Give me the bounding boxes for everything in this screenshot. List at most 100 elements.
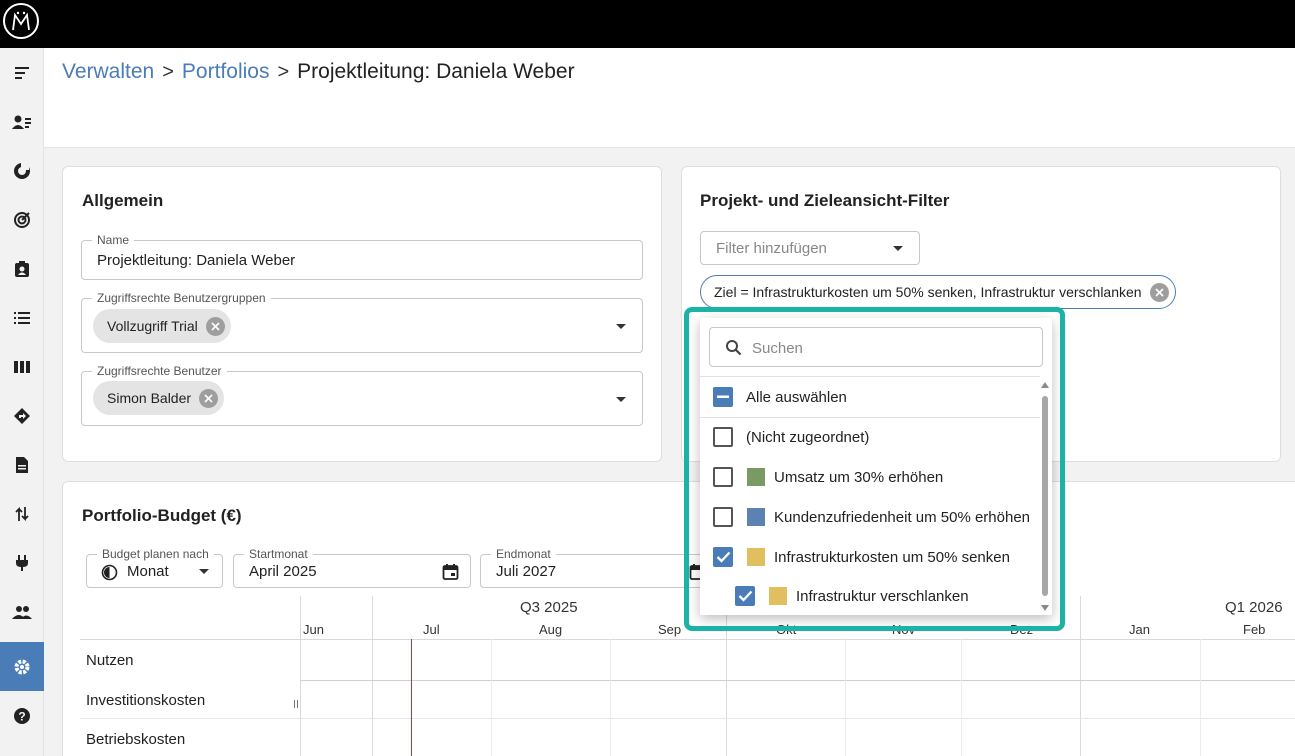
users-label: Zugriffsrechte Benutzer — [92, 364, 227, 378]
month-label: Feb — [1243, 622, 1266, 637]
chevron-down-icon[interactable] — [199, 569, 209, 574]
plan-by-select[interactable]: Budget planen nach Monat — [86, 547, 223, 588]
end-month-field[interactable]: Endmonat Juli 2027 — [480, 547, 718, 588]
option-infrastrukturkosten[interactable]: Infrastrukturkosten um 50% senken — [700, 537, 1040, 577]
active-filter-chip[interactable]: Ziel = Infrastrukturkosten um 50% senken… — [700, 275, 1176, 309]
user-group-chip: Vollzugriff Trial — [93, 309, 231, 343]
option-label: Infrastrukturkosten um 50% senken — [774, 548, 1010, 566]
month-label: Dez — [1010, 622, 1034, 637]
option-kundenzufriedenheit[interactable]: Kundenzufriedenheit um 50% erhöhen — [700, 497, 1040, 537]
plan-by-value: Monat — [127, 563, 169, 580]
sidebar-people-icon[interactable] — [0, 587, 44, 636]
breadcrumb-portfolios[interactable]: Portfolios — [182, 60, 270, 84]
today-marker — [411, 639, 412, 756]
breadcrumb: Verwalten > Portfolios > Projektleitung:… — [62, 60, 575, 84]
month-label: Jul — [423, 622, 440, 637]
search-icon — [726, 340, 742, 356]
option-label: (Nicht zugeordnet) — [746, 428, 870, 446]
option-checkbox[interactable] — [735, 586, 755, 606]
remove-chip-icon[interactable] — [205, 316, 225, 336]
name-field[interactable]: Name Projektleitung: Daniela Weber — [81, 233, 643, 280]
breadcrumb-verwalten[interactable]: Verwalten — [62, 60, 154, 84]
dropdown-search — [709, 327, 1043, 367]
option-label: Umsatz um 30% erhöhen — [774, 468, 944, 486]
sidebar-plug-icon[interactable] — [0, 538, 44, 587]
sidebar-settings-icon[interactable] — [0, 642, 44, 691]
month-label: Nov — [892, 622, 916, 637]
user-group-chip-label: Vollzugriff Trial — [107, 318, 198, 334]
user-groups-label: Zugriffsrechte Benutzergruppen — [92, 291, 271, 305]
goal-color-swatch — [747, 508, 765, 526]
sidebar: ? — [0, 48, 44, 756]
user-chip: Simon Balder — [93, 381, 225, 415]
sidebar-target-icon[interactable] — [0, 195, 44, 244]
goal-color-swatch — [747, 468, 765, 486]
top-bar — [0, 0, 1295, 48]
month-label: Okt — [776, 622, 797, 637]
row-label-betriebskosten: Betriebskosten — [86, 731, 186, 748]
sidebar-direction-icon[interactable] — [0, 391, 44, 440]
remove-filter-icon[interactable] — [1149, 282, 1169, 302]
name-field-value: Projektleitung: Daniela Weber — [97, 252, 296, 269]
row-label-nutzen: Nutzen — [86, 652, 134, 669]
option-checkbox[interactable] — [713, 507, 733, 527]
sidebar-transfer-icon[interactable] — [0, 489, 44, 538]
users-select[interactable]: Zugriffsrechte Benutzer Simon Balder — [81, 364, 643, 426]
resize-handle[interactable] — [294, 700, 298, 708]
select-all-option[interactable]: Alle auswählen — [700, 377, 1040, 417]
sidebar-list-icon[interactable] — [0, 293, 44, 342]
end-month-label: Endmonat — [491, 547, 556, 561]
active-filter-label: Ziel = Infrastrukturkosten um 50% senken… — [714, 284, 1142, 300]
start-month-label: Startmonat — [244, 547, 313, 561]
calendar-icon[interactable] — [442, 563, 459, 581]
option-checkbox[interactable] — [713, 427, 733, 447]
quarter-label: Q1 2026 — [1225, 599, 1283, 616]
general-card: Allgemein Name Projektleitung: Daniela W… — [62, 166, 662, 462]
sidebar-users-list-icon[interactable] — [0, 97, 44, 146]
sidebar-menu-icon[interactable] — [0, 48, 44, 97]
budget-timeline: Q3 2025 Q1 2026 Jun Jul Aug Sep Okt Nov … — [80, 596, 1295, 756]
app-logo-icon[interactable] — [3, 3, 39, 39]
search-input[interactable] — [752, 337, 1022, 359]
sidebar-chart-icon[interactable] — [0, 146, 44, 195]
sidebar-columns-icon[interactable] — [0, 342, 44, 391]
chevron-down-icon[interactable] — [616, 324, 626, 329]
sidebar-help-icon[interactable]: ? — [0, 691, 44, 740]
goal-color-swatch — [747, 548, 765, 566]
select-all-label: Alle auswählen — [746, 388, 847, 406]
option-unassigned[interactable]: (Nicht zugeordnet) — [700, 417, 1040, 457]
scroll-down-icon[interactable] — [1040, 604, 1050, 612]
chevron-down-icon[interactable] — [893, 246, 903, 251]
scroll-up-icon[interactable] — [1040, 381, 1050, 389]
month-label: Sep — [658, 622, 682, 637]
remove-chip-icon[interactable] — [199, 388, 219, 408]
sidebar-document-icon[interactable] — [0, 440, 44, 489]
option-infrastruktur-verschlanken[interactable]: Infrastruktur verschlanken — [700, 576, 1040, 615]
page-header: Verwalten > Portfolios > Projektleitung:… — [44, 48, 1295, 148]
option-label: Kundenzufriedenheit um 50% erhöhen — [774, 508, 1031, 526]
add-filter-select[interactable]: Filter hinzufügen — [700, 231, 920, 265]
clock-icon — [101, 564, 118, 581]
budget-card-title: Portfolio-Budget (€) — [82, 506, 242, 525]
user-groups-select[interactable]: Zugriffsrechte Benutzergruppen Vollzugri… — [81, 291, 643, 353]
row-label-investitionskosten: Investitionskosten — [86, 692, 206, 709]
name-field-label: Name — [92, 233, 135, 247]
start-month-field[interactable]: Startmonat April 2025 — [233, 547, 471, 588]
chevron-down-icon[interactable] — [616, 397, 626, 402]
user-chip-label: Simon Balder — [107, 390, 192, 406]
breadcrumb-current: Projektleitung: Daniela Weber — [297, 60, 575, 83]
plan-by-label: Budget planen nach — [97, 547, 214, 561]
option-checkbox[interactable] — [713, 467, 733, 487]
sidebar-badge-icon[interactable] — [0, 244, 44, 293]
goal-color-swatch — [769, 587, 787, 605]
month-label: Aug — [539, 622, 563, 637]
select-all-checkbox[interactable] — [713, 387, 733, 407]
dropdown-scrollbar[interactable] — [1038, 378, 1052, 615]
month-label: Jun — [303, 622, 324, 637]
option-checkbox[interactable] — [713, 547, 733, 567]
svg-text:?: ? — [18, 709, 25, 723]
option-label: Infrastruktur verschlanken — [796, 587, 969, 605]
scroll-thumb[interactable] — [1042, 396, 1048, 596]
option-umsatz[interactable]: Umsatz um 30% erhöhen — [700, 457, 1040, 497]
start-month-value: April 2025 — [249, 563, 317, 580]
